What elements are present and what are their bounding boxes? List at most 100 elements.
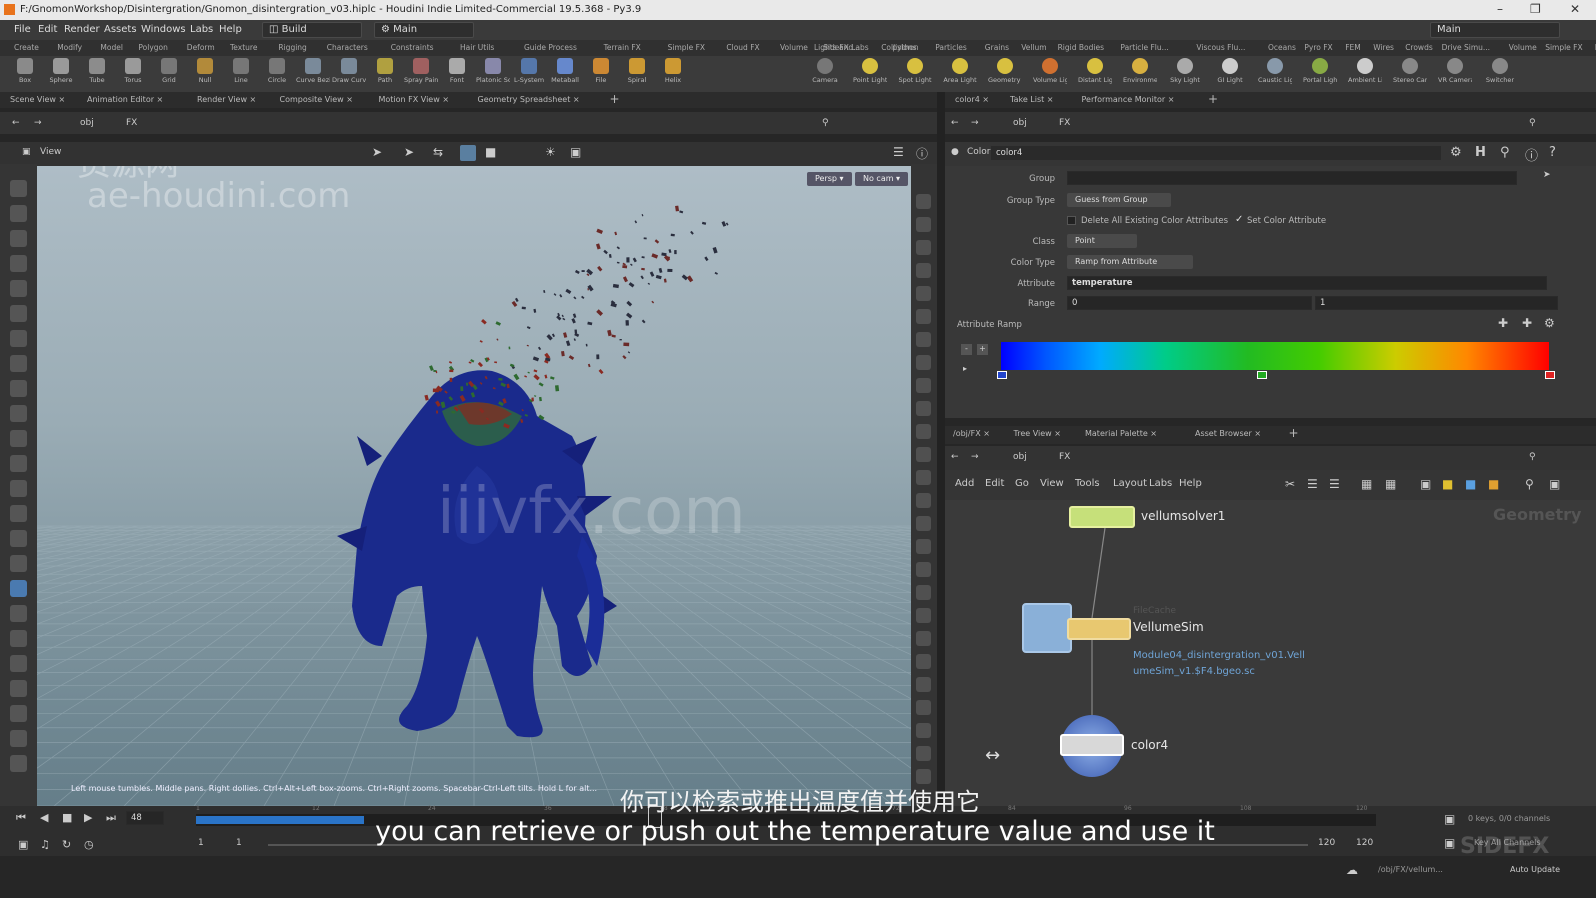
shelf-tool-torus[interactable]: Torus [116, 58, 150, 90]
shelf-tool-spot-light[interactable]: Spot Light [898, 58, 932, 90]
param-tab-add-icon[interactable]: + [1208, 92, 1218, 106]
jump-start-icon[interactable]: ⏮ [16, 811, 26, 825]
set-color-checkbox[interactable]: ✓ [1235, 214, 1243, 225]
info-icon[interactable]: ⓘ [1525, 145, 1538, 164]
shelf-tab-6[interactable]: Rigging [278, 43, 306, 52]
right-tool-icon-20[interactable] [916, 654, 931, 669]
param-tab-1[interactable]: Take List × [1010, 95, 1054, 104]
ramp-key-2[interactable] [1545, 371, 1555, 379]
audio-icon[interactable]: ♫ [40, 838, 50, 851]
step-back-icon[interactable]: ◀ [40, 811, 48, 824]
shelf-tab-12[interactable]: Simple FX [668, 43, 705, 52]
network-tab-0[interactable]: /obj/FX × [953, 429, 990, 438]
viewer-tab-add-icon[interactable]: + [610, 92, 620, 106]
shelf-tool-curve-bezier[interactable]: Curve Bezier [296, 58, 330, 90]
delete-attributes-checkbox[interactable] [1067, 216, 1076, 225]
menu-windows[interactable]: Windows [141, 24, 186, 35]
desktop-dropdown[interactable]: ◫ Build [262, 22, 362, 38]
net-help-icon[interactable]: ▣ [1549, 477, 1560, 491]
net-note-icon[interactable]: ■ [1442, 477, 1453, 491]
shelf-tool-circle[interactable]: Circle [260, 58, 294, 90]
range-min-field[interactable]: 0 [1067, 296, 1312, 310]
shelf-tool-sphere[interactable]: Sphere [44, 58, 78, 90]
ramp-add-icon[interactable]: ✚ [1498, 316, 1508, 330]
network-tab-3[interactable]: Asset Browser × [1195, 429, 1261, 438]
menu-labs[interactable]: Labs [190, 24, 213, 35]
ramp-expand-icon[interactable]: ▸ [963, 364, 967, 373]
shelf-tab-0[interactable]: Create [14, 43, 39, 52]
shelf-tab-8[interactable]: Constraints [391, 43, 434, 52]
left-tool-icon-16[interactable] [10, 580, 27, 597]
camera-icon[interactable]: ▣ [570, 145, 581, 159]
network-editor[interactable]: Geometry vellumsolver1 FileCache Vellume… [945, 500, 1596, 806]
right-tool-icon-3[interactable] [916, 263, 931, 278]
display-options-icon[interactable]: ☰ [893, 145, 904, 159]
camera-menu[interactable]: No cam ▾ [855, 172, 909, 186]
right-tool-icon-21[interactable] [916, 677, 931, 692]
handle-icon[interactable]: ⇆ [433, 145, 443, 159]
net-search-icon[interactable]: ⚲ [1525, 477, 1534, 491]
persp-menu[interactable]: Persp ▾ [807, 172, 852, 186]
net-tree-icon[interactable]: ☰ [1307, 477, 1318, 491]
left-tool-icon-17[interactable] [10, 605, 27, 622]
network-tab-1[interactable]: Tree View × [1014, 429, 1061, 438]
network-menu-layout[interactable]: Layout [1113, 478, 1147, 489]
shelf-tool-spray-paint[interactable]: Spray Paint [404, 58, 438, 90]
network-menu-labs[interactable]: Labs [1149, 478, 1172, 489]
close-icon[interactable]: ✕ [1570, 2, 1580, 16]
viewer-tab-2[interactable]: Render View × [197, 95, 256, 104]
right-tool-icon-17[interactable] [916, 585, 931, 600]
forward-arrow-icon[interactable]: → [34, 118, 42, 128]
shelf-tool-area-light[interactable]: Area Light [943, 58, 977, 90]
left-tool-icon-7[interactable] [10, 355, 27, 372]
left-tool-icon-10[interactable] [10, 430, 27, 447]
shelf-tab-14[interactable]: Volume [780, 43, 808, 52]
group-field[interactable] [1067, 171, 1517, 185]
net-image-icon[interactable]: ▣ [1420, 477, 1431, 491]
network-menu-tools[interactable]: Tools [1075, 478, 1100, 489]
shading-icon[interactable] [460, 145, 476, 161]
net-sticky-icon[interactable]: ■ [1488, 477, 1499, 491]
shelf-tab-right-1[interactable]: Collisions [881, 43, 916, 52]
right-tool-icon-13[interactable] [916, 493, 931, 508]
shelf-tab-right-9[interactable]: Pyro FX [1304, 43, 1332, 52]
shelf-tab-right-12[interactable]: Crowds [1405, 43, 1433, 52]
shelf-tool-l-system[interactable]: L-System [512, 58, 546, 90]
left-tool-icon-13[interactable] [10, 505, 27, 522]
network-tab-2[interactable]: Material Palette × [1085, 429, 1157, 438]
shelf-tool-sky-light[interactable]: Sky Light [1168, 58, 1202, 90]
help-icon[interactable]: ? [1549, 145, 1556, 160]
left-tool-icon-4[interactable] [10, 280, 27, 297]
help-icon[interactable]: ⓘ [916, 145, 928, 162]
select-icon[interactable]: ➤ [372, 145, 382, 159]
group-select-icon[interactable]: ➤ [1543, 170, 1551, 180]
shelf-tool-stereo-camera[interactable]: Stereo Camera [1393, 58, 1427, 90]
left-tool-icon-19[interactable] [10, 655, 27, 672]
range-max-field[interactable]: 1 [1315, 296, 1558, 310]
ramp-add-key-icon[interactable]: + [977, 344, 988, 355]
main-desktop-dropdown[interactable]: ⚙ Main [374, 22, 474, 38]
range-end-2[interactable]: 120 [1356, 838, 1373, 848]
filecache-thumbnail[interactable] [1022, 603, 1072, 653]
net-grid-icon[interactable]: ▦ [1361, 477, 1372, 491]
shelf-tool-switcher[interactable]: Switcher [1483, 58, 1517, 90]
search-icon[interactable]: ⚲ [1500, 145, 1510, 160]
param-tab-2[interactable]: Performance Monitor × [1082, 95, 1175, 104]
shelf-tool-file[interactable]: File [584, 58, 618, 90]
menu-assets[interactable]: Assets [104, 24, 137, 35]
param-path-obj[interactable]: obj [1013, 118, 1027, 128]
shelf-tool-line[interactable]: Line [224, 58, 258, 90]
net-pin-icon[interactable]: ⚲ [1529, 452, 1536, 462]
right-tool-icon-0[interactable] [916, 194, 931, 209]
net-path-obj[interactable]: obj [1013, 452, 1027, 462]
shelf-tool-volume-light[interactable]: Volume Light [1033, 58, 1067, 90]
network-tab-add-icon[interactable]: + [1289, 426, 1299, 440]
net-back-icon[interactable]: ← [951, 452, 959, 462]
shelf-tool-null[interactable]: Null [188, 58, 222, 90]
shelf-tab-right-7[interactable]: Viscous Flu... [1196, 43, 1245, 52]
shelf-tab-right-15[interactable]: Simple FX [1545, 43, 1582, 52]
houdini-help-icon[interactable]: H [1475, 145, 1486, 160]
right-tool-icon-14[interactable] [916, 516, 931, 531]
left-tool-icon-5[interactable] [10, 305, 27, 322]
shelf-tab-13[interactable]: Cloud FX [726, 43, 759, 52]
